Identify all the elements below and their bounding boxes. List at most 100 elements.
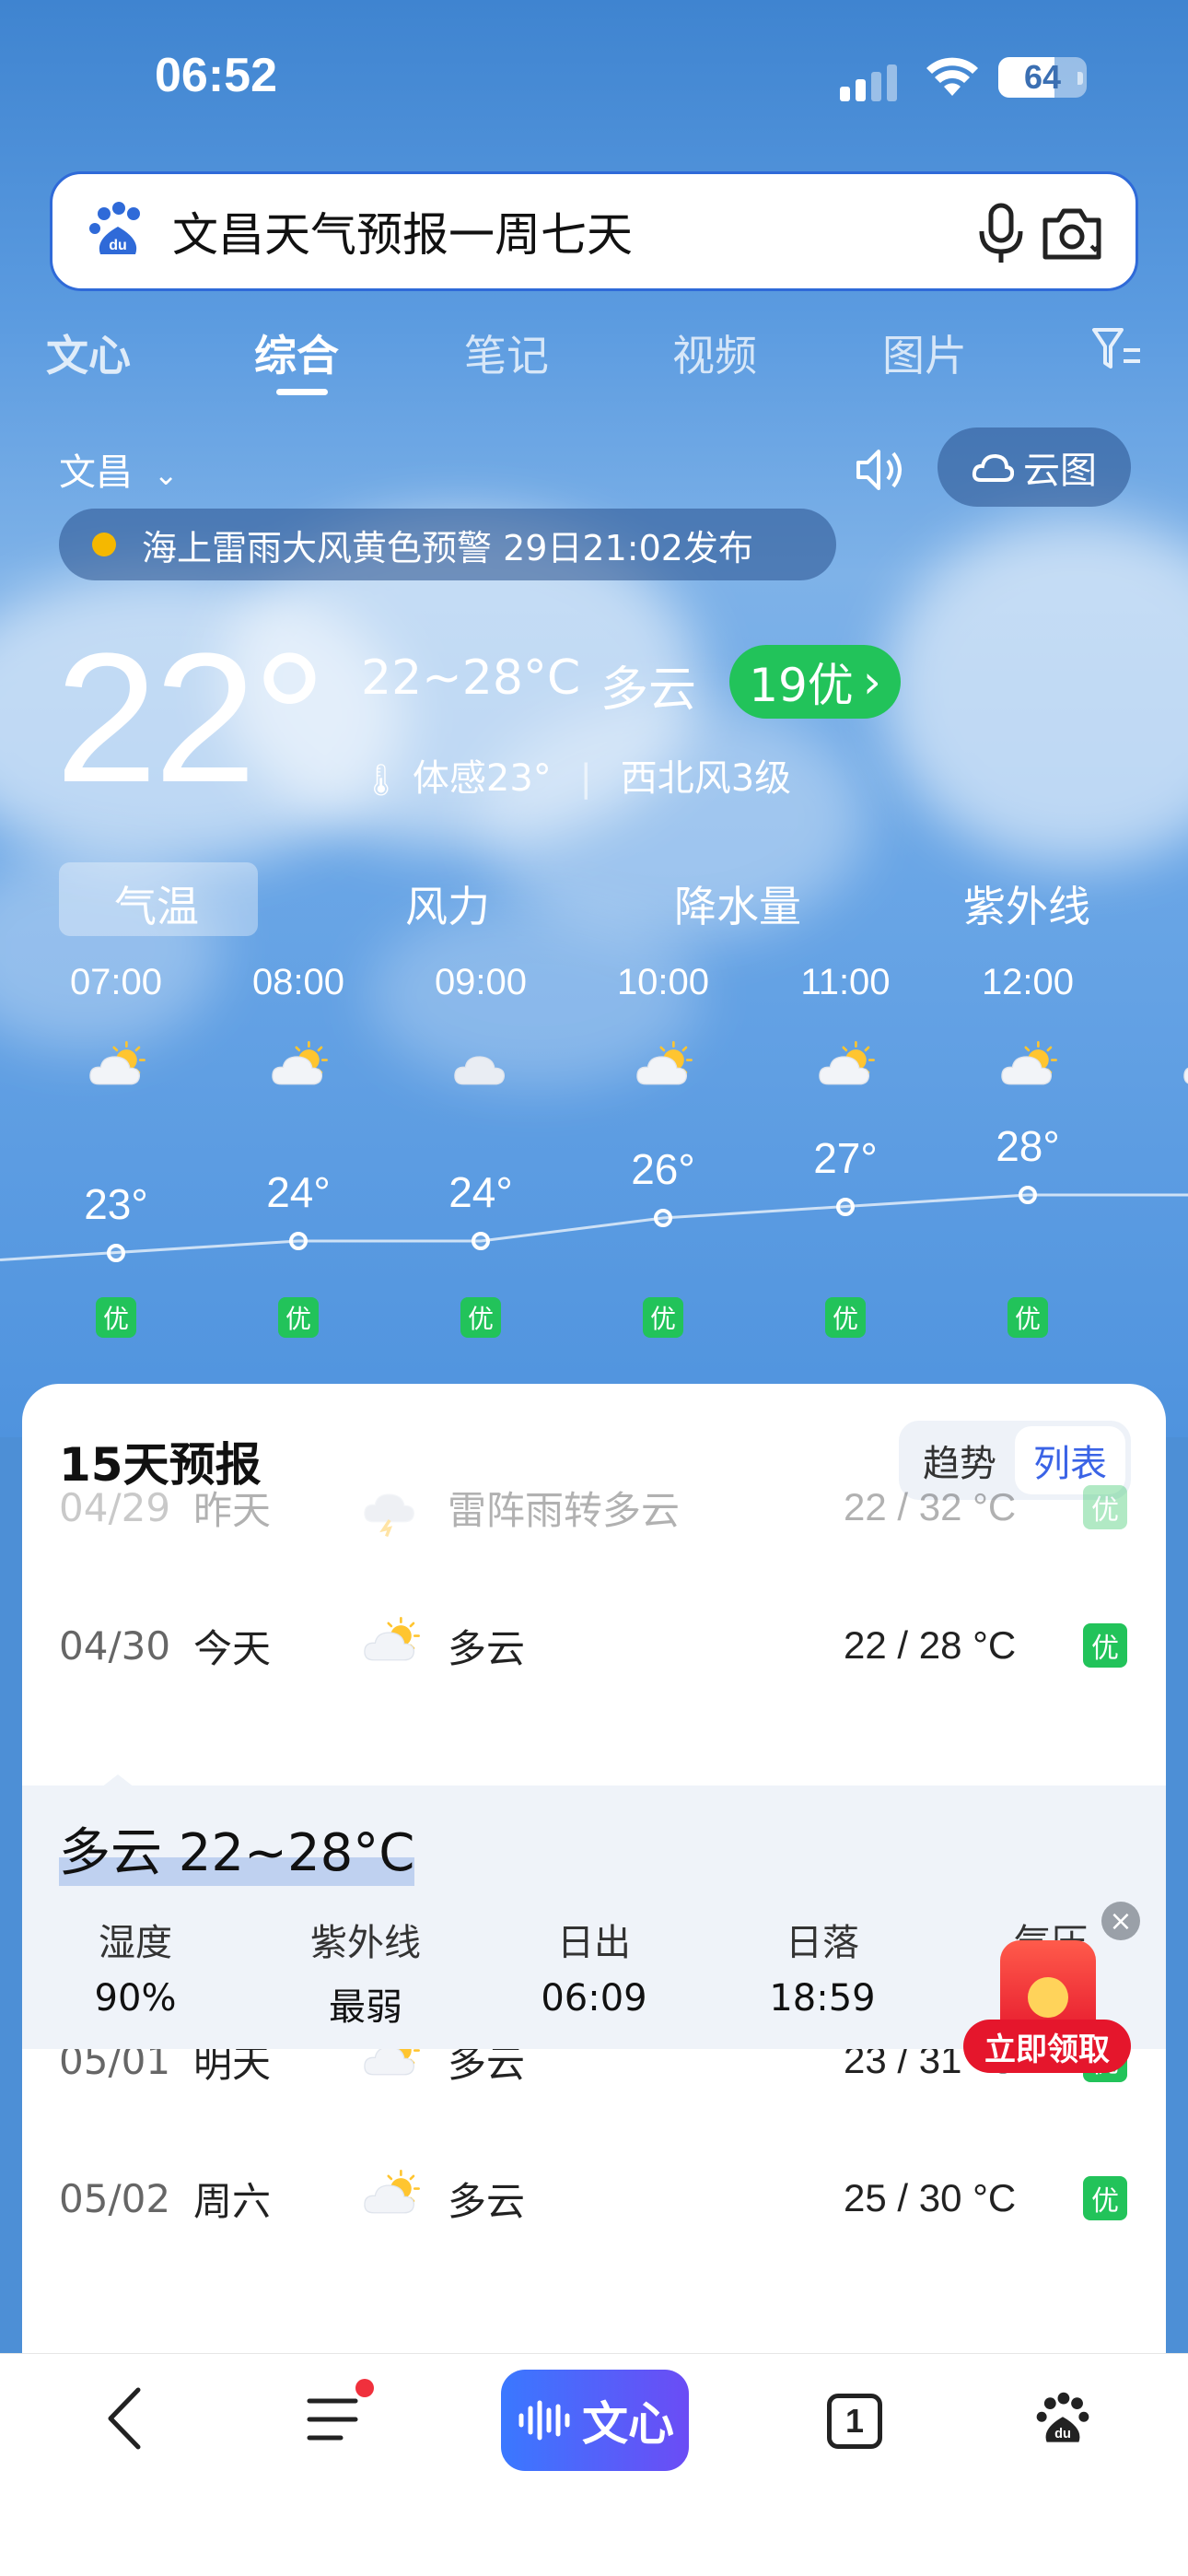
tab-notes[interactable]: 笔记 bbox=[464, 322, 549, 383]
tab-images[interactable]: 图片 bbox=[882, 322, 967, 383]
search-query[interactable]: 文昌天气预报一周七天 bbox=[172, 198, 633, 264]
temperature-curve bbox=[0, 1193, 1188, 1261]
microphone-icon[interactable] bbox=[973, 202, 1029, 266]
air-quality-badge: 优 bbox=[96, 1297, 136, 1338]
forecast-day: 昨天 bbox=[193, 1487, 272, 1533]
air-quality-badge: 优 bbox=[1083, 1623, 1127, 1668]
soundwave-icon bbox=[518, 2400, 570, 2441]
detail-value: 18:59 bbox=[769, 1977, 876, 2020]
wenxin-button[interactable]: 文心 bbox=[501, 2370, 689, 2471]
thunderstorm-icon bbox=[354, 1475, 427, 1540]
tab-count-button[interactable]: 1 bbox=[827, 2394, 882, 2449]
forecast-temperature: 25 / 30 °C bbox=[844, 2176, 1017, 2219]
forecast-row[interactable]: 05/02 周六 多云 25 / 30 °C 优 bbox=[22, 2129, 1166, 2267]
forecast-row[interactable]: 04/29 昨天 雷阵雨转多云 22 / 32 °C 优 bbox=[22, 1438, 1166, 1576]
air-quality-badge: 优 bbox=[825, 1297, 866, 1338]
partly-cloudy-icon bbox=[354, 2166, 427, 2231]
partly-cloudy-icon bbox=[262, 1037, 335, 1102]
tab-wenxin[interactable]: 文心 bbox=[46, 322, 131, 383]
divider: | bbox=[579, 757, 592, 800]
forecast-condition: 雷阵雨转多云 bbox=[448, 1487, 681, 1533]
detail-label: 紫外线 bbox=[310, 1922, 421, 1964]
status-time: 06:52 bbox=[155, 49, 277, 102]
baidu-home-icon[interactable]: du bbox=[1033, 2390, 1092, 2449]
detail-label: 日出 bbox=[557, 1922, 631, 1964]
city-selector[interactable]: 文昌 ⌄ bbox=[59, 442, 179, 496]
hour-time: 07:00 bbox=[69, 962, 163, 1002]
detail-value: 06:09 bbox=[541, 1977, 647, 2020]
forecast-condition: 多云 bbox=[448, 2178, 526, 2224]
svg-text:du: du bbox=[109, 238, 127, 253]
cloudy-icon bbox=[444, 1037, 518, 1102]
back-arrow-icon[interactable] bbox=[103, 2386, 149, 2451]
camera-search-icon[interactable] bbox=[1038, 202, 1106, 266]
detail-value: 90% bbox=[94, 1977, 177, 2020]
hour-temperature: 26° bbox=[631, 1145, 695, 1193]
chevron-right-icon: › bbox=[862, 655, 881, 708]
forecast-row[interactable]: 04/30 今天 多云 22 / 28 °C 优 bbox=[22, 1576, 1166, 1715]
detail-value: 最弱 bbox=[329, 1986, 402, 2029]
weather-condition: 多云 bbox=[600, 662, 697, 718]
current-temperature: 22° bbox=[55, 615, 326, 821]
forecast-day: 周六 bbox=[193, 2178, 272, 2224]
alert-text: 海上雷雨大风黄色预警 29日21:02发布 bbox=[142, 527, 753, 568]
hour-time: 13 bbox=[1127, 962, 1188, 1003]
forecast-temperature: 22 / 32 °C bbox=[844, 1485, 1017, 1528]
forecast-condition: 多云 bbox=[448, 1625, 526, 1671]
partly-cloudy-icon bbox=[79, 1037, 153, 1102]
air-quality-badge: 优 bbox=[460, 1297, 501, 1338]
forecast-day: 今天 bbox=[193, 1625, 272, 1671]
cloud-map-label: 云图 bbox=[1023, 450, 1097, 492]
svg-text:du: du bbox=[1054, 2427, 1071, 2441]
air-quality-badge: 优 bbox=[1083, 1485, 1127, 1529]
partly-cloudy-icon bbox=[991, 1037, 1065, 1102]
tab-comprehensive[interactable]: 综合 bbox=[254, 322, 339, 383]
partly-cloudy-icon bbox=[626, 1037, 700, 1102]
active-tab-indicator bbox=[276, 389, 328, 395]
temperature-range: 22~28°C bbox=[361, 650, 581, 706]
wifi-icon bbox=[926, 57, 978, 96]
speaker-icon[interactable] bbox=[853, 444, 908, 496]
partly-cloudy-icon bbox=[1173, 1037, 1188, 1102]
aqi-badge[interactable]: 19优 › bbox=[729, 645, 901, 719]
alert-dot-icon bbox=[92, 533, 116, 556]
battery-level: 64 bbox=[1023, 58, 1062, 96]
search-bar[interactable]: du 文昌天气预报一周七天 bbox=[50, 171, 1138, 291]
notification-dot bbox=[355, 2379, 374, 2397]
cloud-map-icon bbox=[972, 453, 1014, 482]
wind-info: 西北风3级 bbox=[620, 757, 792, 800]
metric-tab-wind[interactable]: 风力 bbox=[405, 873, 490, 934]
detail-label: 日落 bbox=[786, 1922, 859, 1964]
hour-temperature: 28° bbox=[996, 1122, 1060, 1170]
forecast-temperature: 22 / 28 °C bbox=[844, 1623, 1017, 1667]
cloud-map-button[interactable]: 云图 bbox=[938, 427, 1131, 507]
hour-temperature: 2 bbox=[1146, 1121, 1188, 1171]
weather-alert-banner[interactable]: 海上雷雨大风黄色预警 29日21:02发布 bbox=[59, 509, 836, 580]
tab-videos[interactable]: 视频 bbox=[672, 322, 757, 383]
close-promo-icon[interactable]: × bbox=[1101, 1902, 1140, 1940]
forecast-date: 04/29 bbox=[59, 1484, 171, 1530]
feels-like: 体感23° bbox=[412, 757, 552, 800]
air-quality-badge: 优 bbox=[1083, 2176, 1127, 2220]
air-quality-badge: 优 bbox=[1007, 1297, 1048, 1338]
thermometer-icon: 🌡 bbox=[361, 762, 402, 799]
hour-time: 10:00 bbox=[616, 962, 710, 1002]
metric-tab-precipitation[interactable]: 降水量 bbox=[674, 873, 801, 934]
filter-icon[interactable] bbox=[1090, 326, 1142, 372]
feels-like-row: 🌡 体感23° | 西北风3级 bbox=[361, 748, 791, 802]
menu-icon[interactable] bbox=[304, 2392, 363, 2447]
hour-time: 09:00 bbox=[434, 962, 528, 1002]
air-quality-badge: 优 bbox=[278, 1297, 319, 1338]
hour-time: 11:00 bbox=[800, 962, 891, 1002]
metric-tab-uv[interactable]: 紫外线 bbox=[963, 873, 1090, 934]
battery-tip bbox=[1077, 72, 1083, 85]
air-quality-badge: 优 bbox=[643, 1297, 683, 1338]
partly-cloudy-icon bbox=[809, 1037, 882, 1102]
forecast-date: 05/02 bbox=[59, 2175, 171, 2221]
hour-time: 08:00 bbox=[251, 962, 345, 1002]
hour-temperature: 27° bbox=[813, 1133, 878, 1182]
detail-pointer bbox=[101, 1774, 134, 1787]
claim-now-button[interactable]: 立即领取 bbox=[963, 2020, 1131, 2073]
baidu-paw-icon: du bbox=[89, 202, 140, 254]
metric-tab-temperature[interactable]: 气温 bbox=[114, 873, 199, 934]
